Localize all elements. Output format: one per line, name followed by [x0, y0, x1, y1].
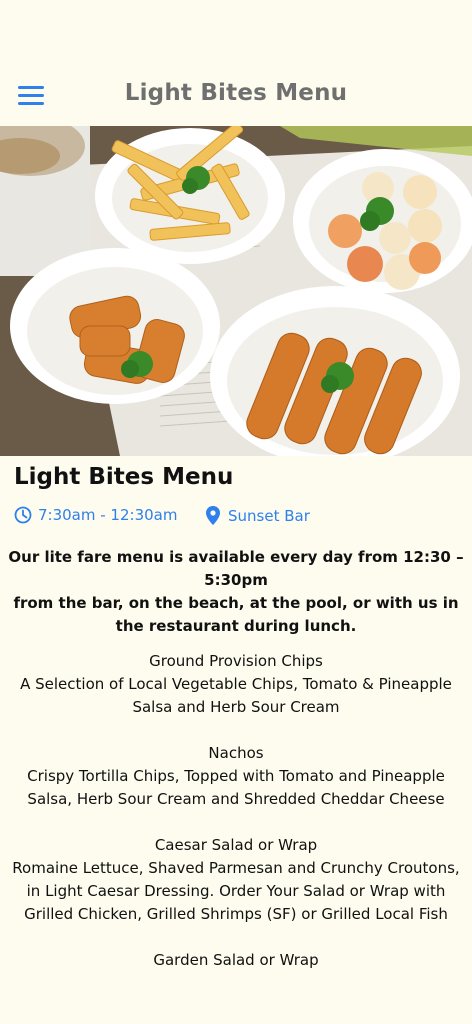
- menu-item-name: Nachos: [208, 744, 264, 762]
- app-header: Light Bites Menu: [0, 0, 472, 126]
- menu-item-name: Ground Provision Chips: [149, 652, 323, 670]
- page-title: Light Bites Menu: [14, 464, 234, 490]
- menu-item-description: Crispy Tortilla Chips, Topped with Tomat…: [27, 767, 445, 808]
- menu-list: Ground Provision Chips A Selection of Lo…: [8, 650, 464, 995]
- menu-item: Caesar Salad or Wrap Romaine Lettuce, Sh…: [8, 834, 464, 926]
- menu-item: Garden Salad or Wrap: [8, 949, 464, 972]
- location-text: Sunset Bar: [228, 506, 310, 525]
- menu-item-description: A Selection of Local Vegetable Chips, To…: [20, 675, 452, 716]
- menu-item-description: Romaine Lettuce, Shaved Parmesan and Cru…: [12, 859, 460, 923]
- location-link[interactable]: Sunset Bar: [206, 506, 310, 525]
- menu-item-name: Garden Salad or Wrap: [153, 951, 319, 969]
- hours-text: 7:30am - 12:30am: [38, 506, 178, 524]
- menu-item-name: Caesar Salad or Wrap: [154, 836, 318, 854]
- intro-text: Our lite fare menu is available every da…: [8, 546, 464, 638]
- hours-info: 7:30am - 12:30am: [14, 506, 177, 524]
- menu-item: Nachos Crispy Tortilla Chips, Topped wit…: [8, 742, 464, 811]
- map-pin-icon: [206, 506, 220, 525]
- hero-image: [0, 126, 472, 456]
- intro-line-2: from the bar, on the beach, at the pool,…: [13, 594, 459, 635]
- intro-line-1: Our lite fare menu is available every da…: [8, 548, 464, 589]
- menu-item: Ground Provision Chips A Selection of Lo…: [8, 650, 464, 719]
- clock-icon: [14, 506, 32, 524]
- info-row: 7:30am - 12:30am Sunset Bar: [0, 506, 472, 532]
- header-title: Light Bites Menu: [124, 80, 348, 106]
